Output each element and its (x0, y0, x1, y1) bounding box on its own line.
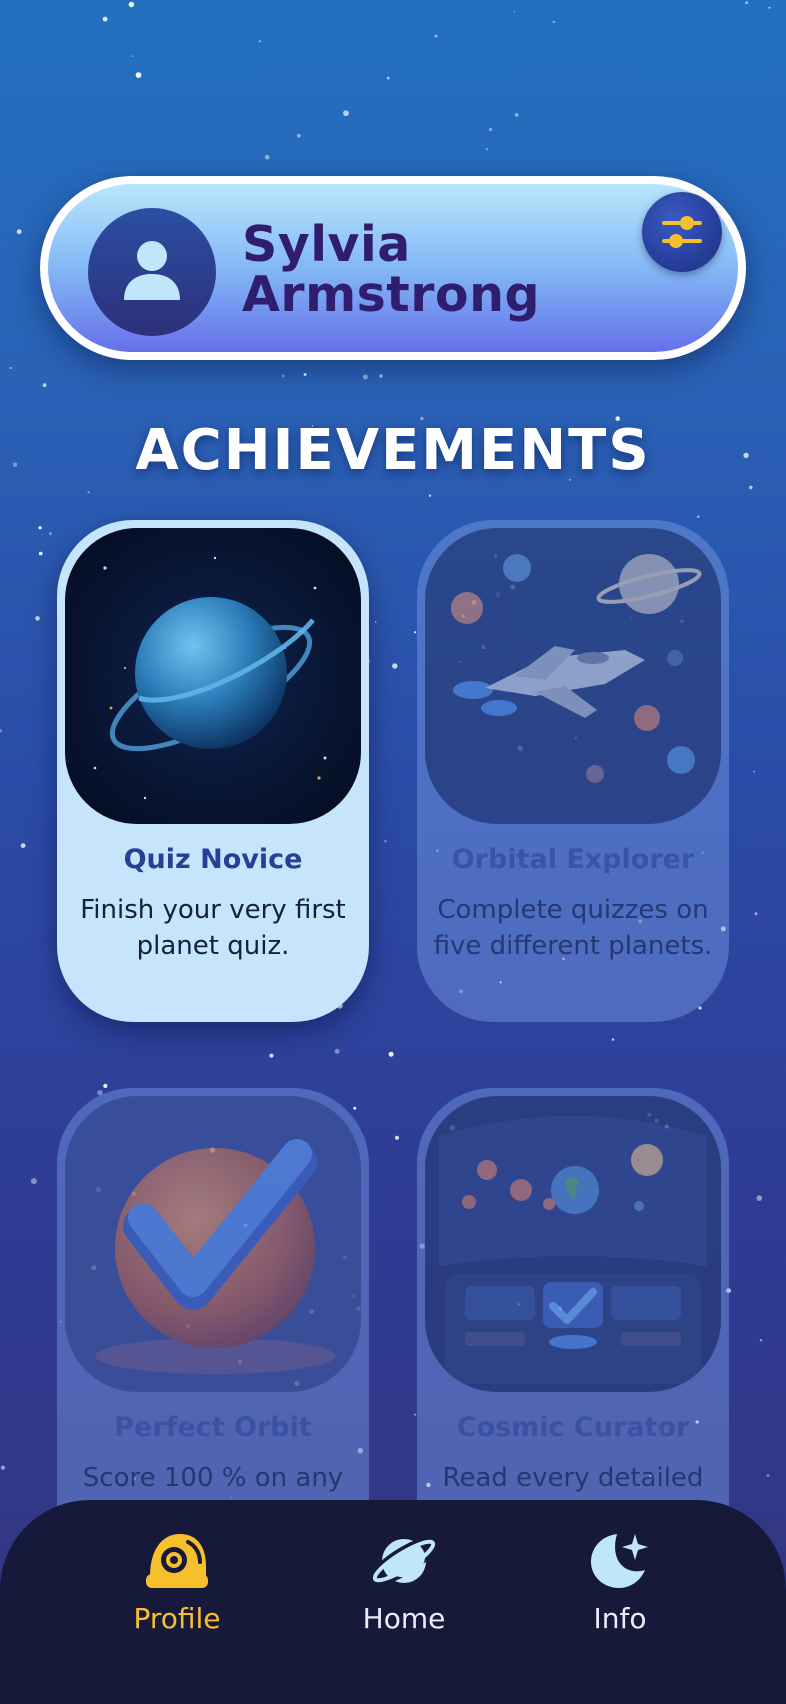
profile-header: Sylvia Armstrong (40, 176, 746, 360)
moon-star-icon (591, 1534, 648, 1588)
user-icon (124, 241, 180, 300)
achievement-title: Quiz Novice (123, 844, 303, 875)
sliders-icon (662, 216, 702, 248)
ringed-planet-image (65, 528, 361, 824)
nav-label: Home (362, 1602, 446, 1635)
avatar[interactable] (88, 208, 216, 336)
spaceship-planets-image (425, 528, 721, 824)
achievement-description: Read every detailed (442, 1463, 704, 1493)
achievement-card-orbital-explorer[interactable]: Orbital Explorer Complete quizzes on fiv… (417, 520, 729, 1022)
planet-checkmark-image (65, 1096, 361, 1392)
settings-button[interactable] (642, 192, 722, 272)
nav-item-home[interactable]: Home (324, 1530, 484, 1650)
nav-label: Profile (133, 1602, 221, 1635)
nav-item-info[interactable]: Info (540, 1530, 700, 1650)
bottom-navigation: Profile Home Info (0, 1500, 786, 1704)
achievement-card-quiz-novice[interactable]: Quiz Novice Finish your very first plane… (57, 520, 369, 1022)
achievement-description: Complete quizzes on five different plane… (433, 895, 713, 961)
nav-label: Info (593, 1602, 647, 1635)
user-name: Sylvia Armstrong (242, 216, 541, 323)
achievement-description: Score 100 % on any (82, 1463, 344, 1493)
cockpit-checkmark-image (425, 1096, 721, 1392)
achievement-title: Cosmic Curator (456, 1412, 690, 1443)
section-title: ACHIEVEMENTS (135, 418, 651, 483)
nav-item-profile[interactable]: Profile (97, 1530, 257, 1650)
achievement-description: Finish your very first planet quiz. (80, 895, 346, 961)
achievement-title: Orbital Explorer (451, 844, 695, 875)
astronaut-helmet-icon (146, 1534, 208, 1588)
achievement-title: Perfect Orbit (114, 1412, 312, 1443)
planet-icon (371, 1536, 437, 1586)
